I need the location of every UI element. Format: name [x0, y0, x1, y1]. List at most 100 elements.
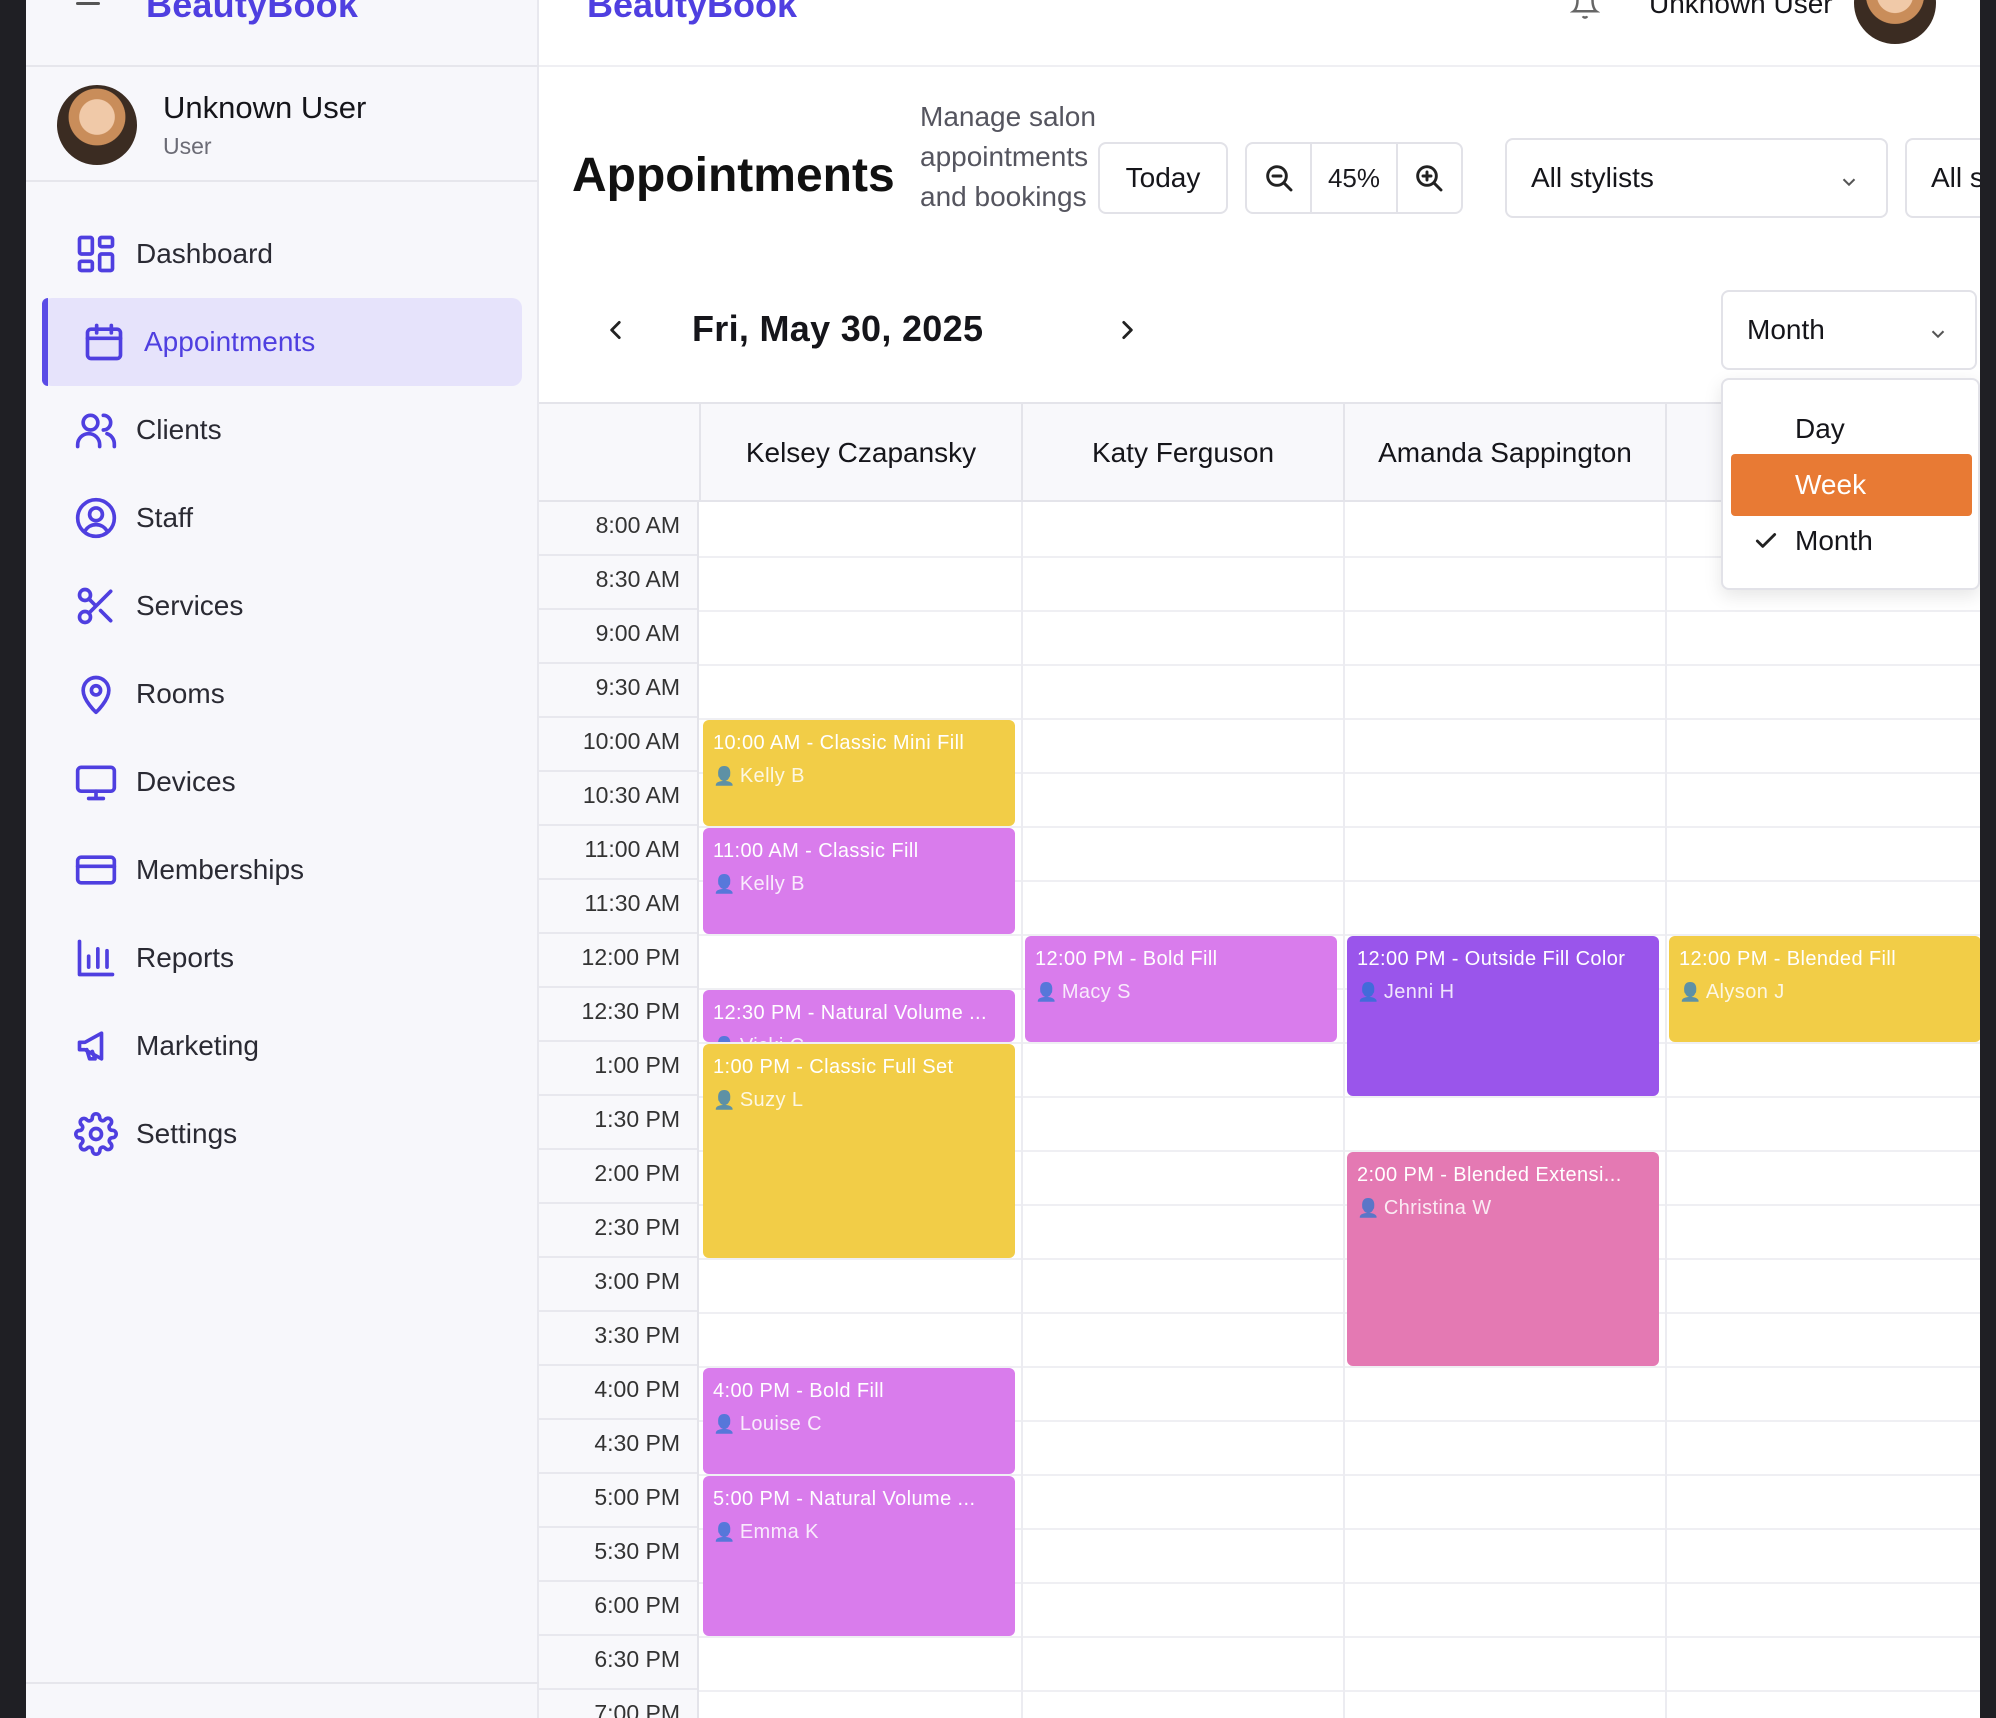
zoom-in-icon[interactable] [1398, 144, 1461, 212]
bar-chart-icon [72, 934, 120, 982]
sidebar-item-label: Memberships [136, 854, 305, 885]
header-brand[interactable]: BeautyBook [587, 0, 797, 26]
sidebar-item-clients[interactable]: Clients [42, 386, 522, 474]
appointment-client: 👤 Louise C [713, 1413, 1005, 1436]
sidebar-item-dashboard[interactable]: Dashboard [42, 210, 522, 298]
person-icon: 👤 [713, 1036, 736, 1042]
chevron-left-icon[interactable] [596, 310, 636, 350]
appointment-block[interactable]: 2:00 PM - Blended Extensi... 👤 Christina W [1347, 1152, 1659, 1366]
time-slot-label: 11:00 AM [539, 826, 697, 880]
appointment-title: 4:00 PM - Bold Fill [713, 1380, 884, 1402]
avatar[interactable] [1854, 0, 1936, 44]
time-slot-label: 8:00 AM [539, 502, 697, 556]
time-slot-label: 4:00 PM [539, 1366, 697, 1420]
grid-row-line [699, 1258, 1980, 1260]
appointment-client: 👤 Kelly B [713, 873, 1005, 896]
appointment-block[interactable]: 10:00 AM - Classic Mini Fill 👤 Kelly B [703, 720, 1015, 826]
zoom-level: 45% [1310, 144, 1398, 212]
appointment-client: 👤 Vicki C [713, 1035, 1005, 1042]
sidebar-item-staff[interactable]: Staff [42, 474, 522, 562]
grid-row-line [699, 1636, 1980, 1638]
grid-column-line [1021, 502, 1023, 1718]
chevron-right-icon[interactable] [1107, 310, 1147, 350]
time-column: 8:00 AM 8:30 AM 9:00 AM 9:30 AM 10:00 AM 10:3… [539, 502, 699, 1718]
sidebar-item-devices[interactable]: Devices [42, 738, 522, 826]
time-slot-label: 8:30 AM [539, 556, 697, 610]
appointment-client: 👤 Suzy L [713, 1089, 1005, 1112]
chevron-down-icon [1927, 320, 1949, 342]
current-date: Fri, May 30, 2025 [692, 308, 984, 349]
sidebar-item-label: Settings [136, 1118, 238, 1149]
time-slot-label: 6:00 PM [539, 1582, 697, 1636]
view-option-week[interactable]: Week [1731, 454, 1972, 516]
person-icon: 👤 [713, 1414, 736, 1434]
scissors-icon [72, 582, 120, 630]
appointment-block[interactable]: 11:00 AM - Classic Fill 👤 Kelly B [703, 828, 1015, 934]
service-filter-select[interactable]: All ser [1905, 138, 1980, 218]
zoom-out-icon[interactable] [1247, 144, 1310, 212]
appointment-block[interactable]: 1:00 PM - Classic Full Set 👤 Suzy L [703, 1044, 1015, 1258]
sidebar-item-settings[interactable]: Settings [42, 1090, 522, 1178]
sidebar-item-memberships[interactable]: Memberships [42, 826, 522, 914]
time-slot-label: 9:30 AM [539, 664, 697, 718]
view-option-month[interactable]: Month [1731, 510, 1972, 572]
appointment-block[interactable]: 12:30 PM - Natural Volume ... 👤 Vicki C [703, 990, 1015, 1042]
menu-icon[interactable] [76, 0, 104, 12]
grid-column-line [1343, 502, 1345, 1718]
view-select[interactable]: Month [1721, 290, 1977, 370]
sidebar-user-card[interactable]: Unknown User User [26, 68, 539, 182]
main-content: BeautyBook Unknown User Appointments Man… [539, 0, 1980, 1718]
sidebar: BeautyBook Unknown User User Dashboard A… [26, 0, 539, 1718]
person-icon: 👤 [713, 1522, 736, 1542]
appointment-title: 10:00 AM - Classic Mini Fill [713, 732, 965, 754]
time-header-cell [539, 404, 699, 502]
sidebar-item-appointments[interactable]: Appointments [42, 298, 522, 386]
client-name: Jenni H [1383, 981, 1455, 1003]
bell-icon[interactable] [1569, 0, 1601, 20]
today-button[interactable]: Today [1098, 142, 1228, 214]
appointment-client: 👤 Alyson J [1679, 981, 1971, 1004]
chevron-down-icon [1838, 168, 1860, 190]
sidebar-brand: BeautyBook [146, 0, 359, 25]
stylist-filter-value: All stylists [1531, 162, 1654, 193]
sidebar-item-label: Dashboard [136, 238, 273, 269]
gear-icon [72, 1110, 120, 1158]
sidebar-nav: Dashboard Appointments Clients Staff Ser… [42, 210, 522, 1178]
sidebar-item-label: Appointments [144, 326, 316, 357]
sidebar-item-reports[interactable]: Reports [42, 914, 522, 1002]
sidebar-item-marketing[interactable]: Marketing [42, 1002, 522, 1090]
appointment-block[interactable]: 12:00 PM - Outside Fill Color 👤 Jenni H [1347, 936, 1659, 1096]
stylist-filter-select[interactable]: All stylists [1505, 138, 1888, 218]
stylist-column-header: Kelsey Czapansky [699, 404, 1021, 502]
client-name: Christina W [1383, 1197, 1492, 1219]
appointment-block[interactable]: 4:00 PM - Bold Fill 👤 Louise C [703, 1368, 1015, 1474]
client-name: Louise C [739, 1413, 822, 1435]
appointment-block[interactable]: 12:00 PM - Bold Fill 👤 Macy S [1025, 936, 1337, 1042]
view-option-label: Month [1795, 525, 1873, 556]
view-option-day[interactable]: Day [1731, 398, 1972, 460]
time-slot-label: 5:30 PM [539, 1528, 697, 1582]
client-name: Kelly B [739, 873, 805, 895]
grid-row-line [699, 1690, 1980, 1692]
appointment-block[interactable]: 5:00 PM - Natural Volume ... 👤 Emma K [703, 1476, 1015, 1636]
appointment-block[interactable]: 12:00 PM - Blended Fill 👤 Alyson J [1669, 936, 1980, 1042]
sidebar-item-rooms[interactable]: Rooms [42, 650, 522, 738]
sidebar-item-services[interactable]: Services [42, 562, 522, 650]
page-subtitle: Manage salon appointments and bookings [920, 101, 1096, 212]
sidebar-item-label: Reports [136, 942, 235, 973]
sidebar-divider [26, 1682, 539, 1684]
page-title: Appointments [572, 149, 895, 202]
user-role: User [163, 133, 212, 159]
time-slot-label: 10:30 AM [539, 772, 697, 826]
avatar [57, 85, 137, 165]
time-slot-label: 1:30 PM [539, 1096, 697, 1150]
header-user-name[interactable]: Unknown User [1649, 0, 1833, 20]
time-slot-label: 1:00 PM [539, 1042, 697, 1096]
time-slot-label: 5:00 PM [539, 1474, 697, 1528]
time-slot-label: 9:00 AM [539, 610, 697, 664]
stylist-column-header: Amanda Sappington [1343, 404, 1665, 502]
appointment-client: 👤 Kelly B [713, 765, 1005, 788]
sidebar-item-label: Devices [136, 766, 236, 797]
time-slot-label: 3:00 PM [539, 1258, 697, 1312]
monitor-icon [72, 758, 120, 806]
